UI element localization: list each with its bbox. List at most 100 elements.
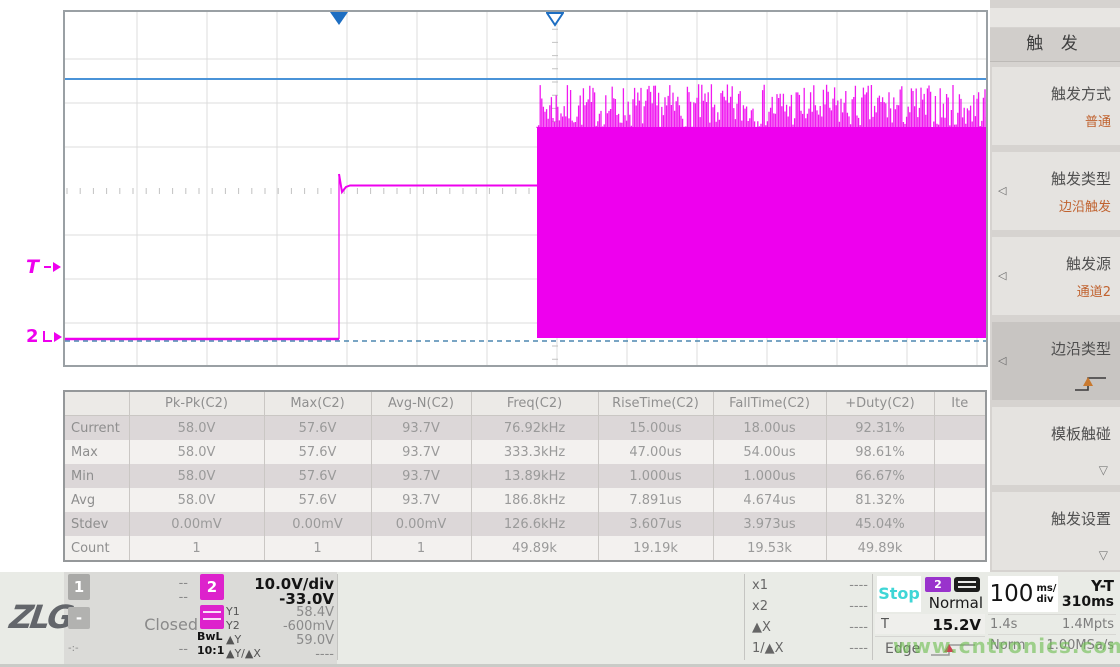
row-label: Avg	[64, 488, 129, 512]
cursor-value: 58.4V	[296, 605, 334, 620]
cursor-value: 59.0V	[296, 633, 334, 648]
table-cell	[934, 416, 986, 441]
table-header-cell	[64, 391, 129, 416]
channel1-status: Closed	[110, 615, 198, 634]
divider	[744, 574, 745, 660]
right-arrow-icon	[54, 332, 62, 342]
x-cursor-row: x2----	[752, 599, 868, 614]
table-header-cell: RiseTime(C2)	[598, 391, 713, 416]
y-cursor-row: Y1 58.4V	[226, 605, 334, 620]
row-label: Min	[64, 464, 129, 488]
divider	[988, 614, 1116, 615]
edge-slope-icon	[929, 641, 977, 659]
timebase-scale-box[interactable]: 100 ms/div	[988, 576, 1058, 612]
table-cell	[934, 536, 986, 561]
run-state-indicator[interactable]: Stop	[877, 576, 921, 612]
cursor-value: ----	[849, 641, 868, 656]
menu-button-label: 边沿类型	[1051, 338, 1111, 359]
menu-button-1[interactable]: 触发方式普通	[992, 67, 1120, 145]
menu-button-label: 触发设置	[1051, 508, 1111, 529]
table-cell: 186.8kHz	[471, 488, 598, 512]
menu-button-3[interactable]: ◁触发源通道2	[992, 237, 1120, 315]
cursor-value: ----	[849, 620, 868, 635]
table-cell: 7.891us	[598, 488, 713, 512]
divider	[337, 574, 338, 660]
table-cell	[934, 464, 986, 488]
table-cell: 49.89k	[471, 536, 598, 561]
trigger-position-marker-icon[interactable]	[330, 12, 348, 25]
table-cell	[934, 488, 986, 512]
table-cell: 19.19k	[598, 536, 713, 561]
menu-button-5[interactable]: 模板触碰▽	[992, 407, 1120, 485]
table-row: Max58.0V57.6V93.7V333.3kHz47.00us54.00us…	[64, 440, 986, 464]
table-cell: 1	[264, 536, 371, 561]
table-cell: 13.89kHz	[471, 464, 598, 488]
channel1-scale-value: --	[140, 576, 188, 591]
menu-button-label: 触发源	[1066, 253, 1111, 274]
table-cell: 93.7V	[371, 440, 471, 464]
trigger-delay-marker-icon[interactable]	[546, 12, 564, 27]
menu-button-6[interactable]: 触发设置▽	[992, 492, 1120, 570]
menu-button-label: 触发类型	[1051, 168, 1111, 189]
x-cursor-row: 1/▲X ----	[752, 641, 868, 656]
channel1-badge[interactable]: 1	[68, 574, 90, 600]
channel1-sub-badge[interactable]: -	[68, 607, 90, 629]
table-cell: 1.000us	[598, 464, 713, 488]
channel2-info-chip	[200, 605, 224, 629]
menu-button-label: 触发方式	[1051, 83, 1111, 104]
table-cell: 1	[129, 536, 264, 561]
channel1-probe-ratio: -:-	[68, 643, 79, 654]
table-header-cell: Ite	[934, 391, 986, 416]
table-cell: 1	[371, 536, 471, 561]
row-label: Max	[64, 440, 129, 464]
menu-top-strip	[990, 8, 1120, 27]
measurement-table: Pk-Pk(C2)Max(C2)Avg-N(C2)Freq(C2)RiseTim…	[63, 390, 987, 562]
channel2-position-marker[interactable]: 2	[26, 326, 62, 347]
acquire-mode-value: Norm	[990, 638, 1025, 653]
menu-button-4[interactable]: ◁边沿类型	[992, 322, 1120, 400]
table-cell: 18.00us	[713, 416, 826, 441]
expand-left-icon: ◁	[998, 184, 1006, 197]
table-cell: 93.7V	[371, 416, 471, 441]
menu-button-2[interactable]: ◁触发类型边沿触发	[992, 152, 1120, 230]
cursor-value: ----	[849, 599, 868, 614]
x-cursor-row: ▲X----	[752, 620, 868, 635]
cursor-label: 1/▲X	[752, 641, 784, 656]
record-duration-value: 1.4s	[990, 617, 1017, 632]
table-cell: 3.607us	[598, 512, 713, 536]
cursor-label: ▲Y	[226, 633, 241, 648]
table-cell: 126.6kHz	[471, 512, 598, 536]
table-row: Stdev0.00mV0.00mV0.00mV126.6kHz3.607us3.…	[64, 512, 986, 536]
record-points-value: 1.4Mpts	[1040, 617, 1114, 632]
menu-button-value: 通道2	[1077, 281, 1111, 300]
trigger-level-label: T	[881, 617, 889, 632]
table-cell: 3.973us	[713, 512, 826, 536]
table-cell: 54.00us	[713, 440, 826, 464]
trigger-level-marker[interactable]: T	[26, 256, 61, 278]
menu-button-label: 模板触碰	[1051, 423, 1111, 444]
menu-button-value: 普通	[1085, 111, 1111, 130]
right-arrow-icon	[53, 262, 61, 272]
ground-icon	[43, 331, 52, 342]
cursor-value: -600mV	[283, 619, 334, 634]
channel1-offset-value: --	[140, 590, 188, 605]
row-label: Stdev	[64, 512, 129, 536]
cursor-label: x1	[752, 578, 768, 593]
channel1-probe-value: --	[140, 642, 188, 657]
cursor-label: Y1	[226, 605, 240, 620]
trigger-level-label: T	[26, 256, 39, 278]
timebase-scale-value: 100	[990, 581, 1034, 607]
table-cell: 0.00mV	[264, 512, 371, 536]
table-cell: 93.7V	[371, 488, 471, 512]
channel2-probe-ratio: 10:1	[197, 644, 224, 657]
cursor-value: ----	[315, 647, 334, 662]
table-cell: 57.6V	[264, 440, 371, 464]
waveform-canvas	[65, 12, 988, 367]
sample-rate-value: 1.00MSa/s	[1030, 638, 1114, 653]
row-label: Count	[64, 536, 129, 561]
bandwidth-limit-label: BwL	[197, 630, 223, 643]
table-cell: 15.00us	[598, 416, 713, 441]
channel2-badge[interactable]: 2	[200, 574, 224, 600]
waveform-plot[interactable]	[63, 10, 988, 367]
table-header-cell: Max(C2)	[264, 391, 371, 416]
